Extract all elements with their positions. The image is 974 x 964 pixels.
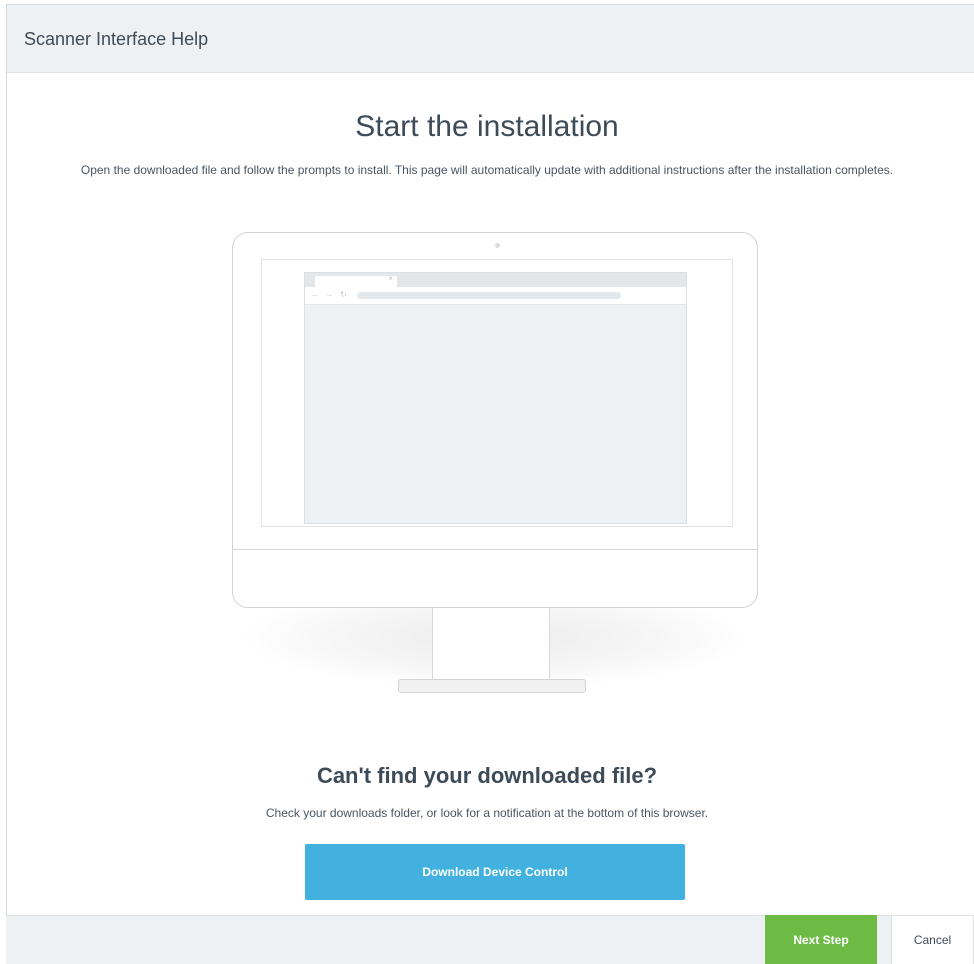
browser-tab: ×	[315, 274, 397, 287]
reload-icon: ↻	[340, 290, 347, 299]
page-title: Start the installation	[355, 110, 619, 143]
help-title: Can't find your downloaded file?	[316, 763, 658, 788]
dialog-header: Scanner Interface Help	[7, 5, 974, 73]
browser-tabbar: ×	[305, 273, 686, 287]
browser-window-illustration: × ← → ↻	[304, 272, 687, 524]
address-bar	[357, 292, 621, 299]
next-step-button[interactable]: Next Step	[765, 915, 877, 964]
monitor-stand-neck	[432, 604, 550, 682]
monitor-screen: × ← → ↻	[261, 259, 733, 527]
monitor-icon: × ← → ↻	[232, 232, 758, 608]
back-arrow-icon: ←	[311, 290, 319, 299]
browser-toolbar: ← → ↻	[305, 287, 686, 305]
monitor-camera	[495, 243, 500, 248]
monitor-illustration: × ← → ↻	[225, 228, 765, 708]
help-text: Check your downloads folder, or look for…	[265, 806, 709, 820]
monitor-stand-base	[398, 679, 586, 693]
tab-close-icon: ×	[388, 274, 393, 283]
monitor-chin-line	[233, 549, 757, 550]
dialog-title: Scanner Interface Help	[24, 29, 209, 49]
cancel-button[interactable]: Cancel	[891, 915, 974, 964]
download-device-control-button[interactable]: Download Device Control	[305, 844, 685, 900]
intro-text: Open the downloaded file and follow the …	[80, 163, 894, 177]
forward-arrow-icon: →	[325, 290, 333, 299]
